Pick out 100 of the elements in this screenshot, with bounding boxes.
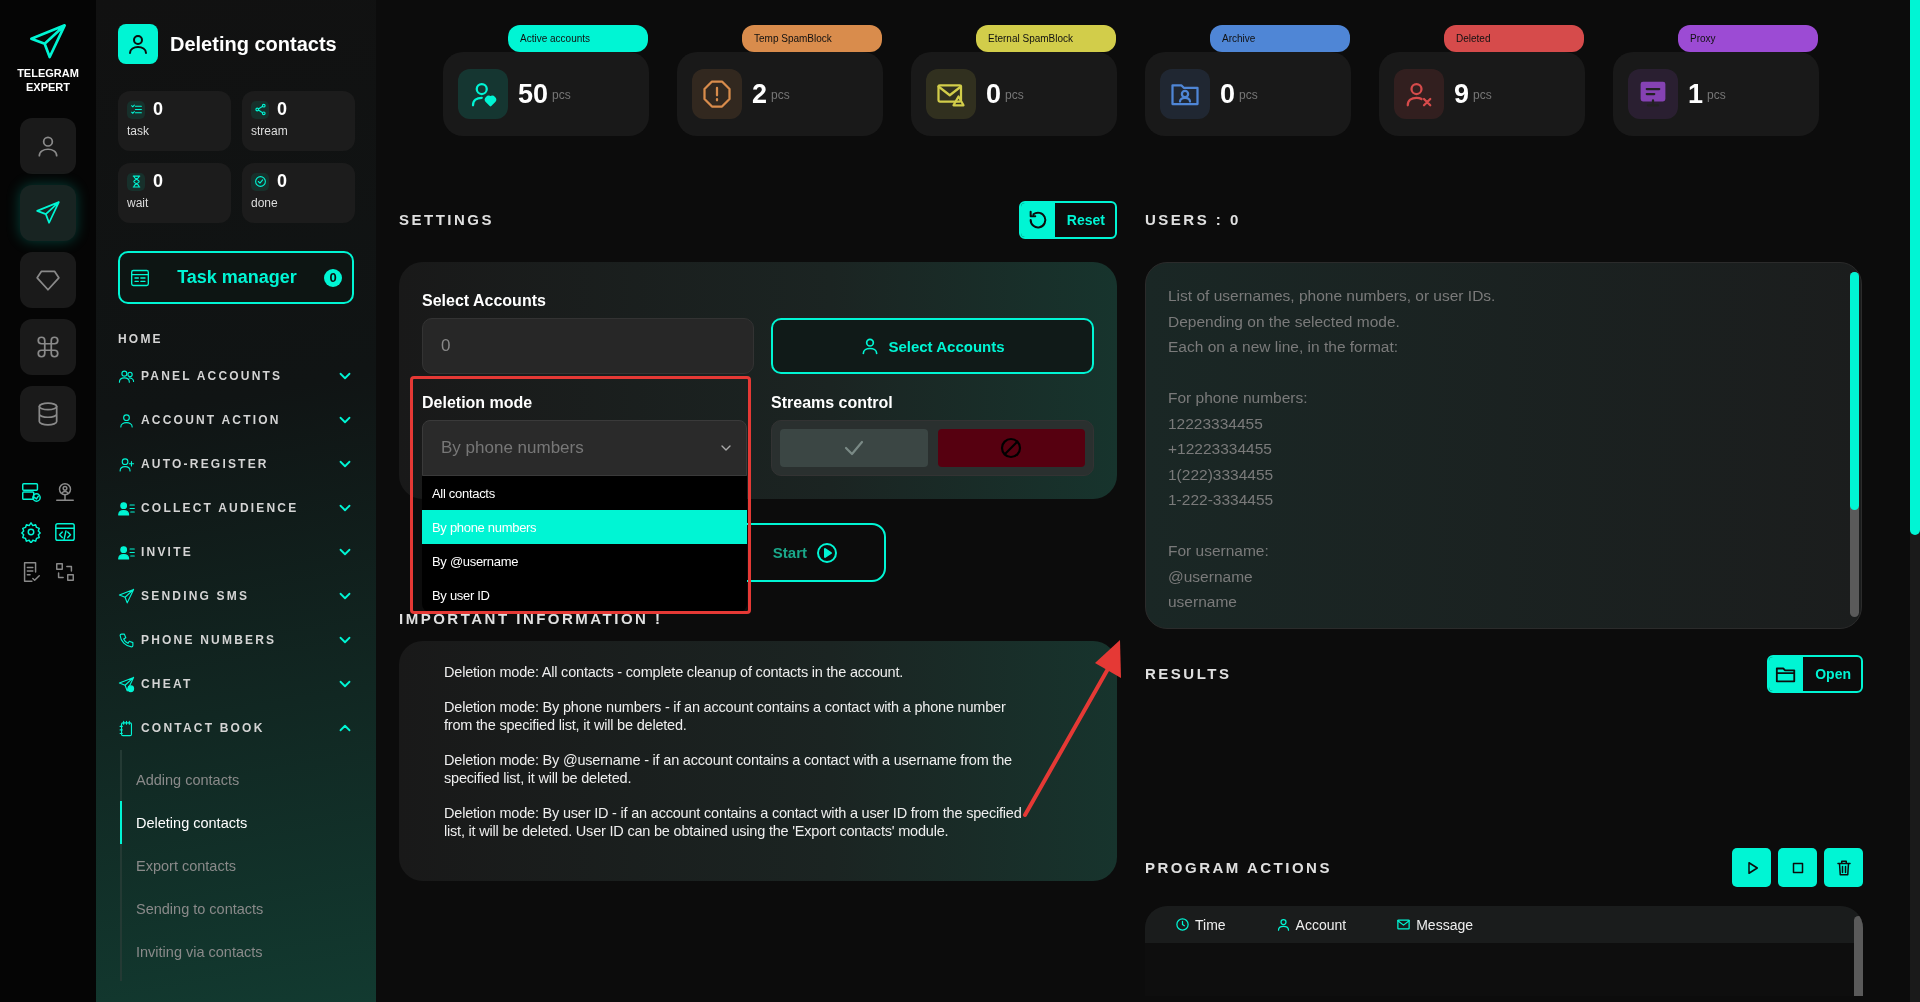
notebook-icon bbox=[118, 719, 135, 737]
select-accounts-button[interactable]: Select Accounts bbox=[771, 318, 1094, 374]
settings-icon[interactable] bbox=[20, 521, 42, 543]
trash-icon bbox=[1834, 858, 1853, 877]
task-count-badge: 0 bbox=[324, 268, 342, 287]
stat-label: Eternal SpamBlock bbox=[976, 25, 1116, 52]
info-paragraph: Deletion mode: By phone numbers - if an account contains a contact with a phone number from the specified list, it will be deleted. bbox=[444, 698, 1007, 734]
user-folder-icon bbox=[1160, 69, 1210, 119]
swap-icon[interactable] bbox=[54, 561, 76, 583]
share-icon bbox=[251, 100, 269, 119]
paper-plane-icon bbox=[35, 200, 61, 226]
delete-button[interactable] bbox=[1824, 848, 1863, 887]
task-board-icon bbox=[130, 267, 150, 288]
dropdown-option[interactable]: All contacts bbox=[422, 476, 747, 510]
stat-label: Active accounts bbox=[508, 25, 648, 52]
accounts-count-field[interactable]: 0 bbox=[422, 318, 754, 374]
info-paragraph: Deletion mode: All contacts - complete cleanup of contacts in the account. bbox=[444, 663, 905, 681]
app-logo-text: TELEGRAM EXPERT bbox=[16, 66, 80, 94]
diamond-icon bbox=[35, 267, 61, 293]
nav-group-label: SENDING SMS bbox=[141, 589, 251, 603]
section-heading: IMPORTANT INFORMATION ! bbox=[399, 610, 664, 627]
stat-value: 50 bbox=[518, 78, 549, 110]
task-manager-button[interactable]: Task manager 0 bbox=[118, 251, 354, 304]
nav-link[interactable]: HOME bbox=[118, 324, 354, 354]
rail-button[interactable] bbox=[20, 319, 76, 375]
nav-subitem[interactable]: Deleting contacts bbox=[120, 801, 354, 844]
nav-subitem[interactable]: Sending to contacts bbox=[120, 887, 354, 930]
page-scrollbar[interactable] bbox=[1910, 0, 1920, 1002]
nav-subitem[interactable]: Inviting via contacts bbox=[120, 930, 354, 973]
rail-button[interactable] bbox=[20, 185, 76, 241]
nav-group-label: COLLECT AUDIENCE bbox=[141, 501, 300, 515]
counter-label: task bbox=[127, 124, 150, 138]
database-icon bbox=[35, 401, 61, 427]
column-header: Message bbox=[1416, 916, 1473, 933]
column-header: Time bbox=[1195, 916, 1226, 933]
counter-label: done bbox=[251, 196, 279, 210]
octagon-warning-icon bbox=[692, 69, 742, 119]
section-heading: USERS : 0 bbox=[1145, 211, 1241, 228]
stat-value: 9 bbox=[1454, 78, 1470, 110]
stat-value: 0 bbox=[1220, 78, 1236, 110]
users-list-field[interactable]: List of usernames, phone numbers, or user IDs. Depending on the selected mode. Each on a new line, in the format: For phone numbers: 12223334455 +12223334455 1(222)3334455 1-222-3334455 For username: @username username bbox=[1145, 262, 1862, 629]
section-heading: RESULTS bbox=[1145, 665, 1232, 682]
stat-label: Proxy bbox=[1678, 25, 1818, 52]
stat-label: Temp SpamBlock bbox=[742, 25, 882, 52]
section-heading: SETTINGS bbox=[399, 211, 494, 228]
page-icon bbox=[118, 24, 158, 64]
stat-unit: pcs bbox=[1473, 88, 1492, 102]
hourglass-icon bbox=[127, 172, 145, 191]
stat-unit: pcs bbox=[771, 88, 790, 102]
stat-value: 2 bbox=[752, 78, 768, 110]
clock-icon bbox=[1175, 917, 1190, 932]
user-icon bbox=[1275, 917, 1291, 932]
paper-plane-icon bbox=[118, 587, 135, 605]
mail-warning-icon bbox=[926, 69, 976, 119]
page-title: Deleting contacts bbox=[170, 32, 337, 56]
paper-plane-plus-icon bbox=[118, 675, 135, 693]
stat-label: Deleted bbox=[1444, 25, 1584, 52]
info-paragraph: Deletion mode: By user ID - if an account contains a contact with a user ID from the specified list, it will be deleted. User ID can be obtained using the 'Export contacts' module. bbox=[444, 804, 1022, 840]
user-remove-icon bbox=[1394, 69, 1444, 119]
command-icon bbox=[35, 334, 61, 360]
field-label: Streams control bbox=[771, 393, 894, 413]
user-list-icon bbox=[118, 499, 135, 517]
stop-button[interactable] bbox=[1778, 848, 1817, 887]
field-label: Select Accounts bbox=[422, 291, 547, 311]
play-icon bbox=[815, 540, 839, 565]
reset-button[interactable]: Reset bbox=[1018, 200, 1117, 239]
stat-value: 0 bbox=[986, 78, 1002, 110]
server-icon[interactable] bbox=[20, 481, 42, 503]
monitor-icon bbox=[1628, 69, 1678, 119]
stat-unit: pcs bbox=[1005, 88, 1024, 102]
code-window-icon[interactable] bbox=[54, 521, 76, 543]
section-heading: PROGRAM ACTIONS bbox=[1145, 859, 1332, 876]
counter-value: 0 bbox=[277, 99, 287, 120]
stat-label: Archive bbox=[1210, 25, 1350, 52]
nav-group-label: AUTO-REGISTER bbox=[141, 457, 270, 471]
phone-icon bbox=[118, 631, 135, 649]
user-list-icon bbox=[118, 543, 135, 561]
user-plus-icon bbox=[118, 455, 135, 473]
counter-label: stream bbox=[251, 124, 289, 138]
column-header: Account bbox=[1295, 916, 1347, 933]
nav-group-label: PHONE NUMBERS bbox=[141, 633, 278, 647]
user-icon bbox=[118, 411, 135, 429]
open-button[interactable]: Open bbox=[1767, 654, 1863, 693]
nav-group-label: PANEL ACCOUNTS bbox=[141, 369, 284, 383]
counter-value: 0 bbox=[153, 171, 163, 192]
stat-unit: pcs bbox=[552, 88, 571, 102]
ban-icon bbox=[999, 436, 1024, 460]
stat-value: 1 bbox=[1688, 78, 1704, 110]
nav-group-label: CHEAT bbox=[141, 677, 194, 691]
nav-subitem[interactable]: Adding contacts bbox=[120, 758, 354, 801]
nav-subitem[interactable]: Export contacts bbox=[120, 844, 354, 887]
rail-button[interactable] bbox=[20, 386, 76, 442]
play-button[interactable] bbox=[1732, 848, 1771, 887]
user-pin-icon[interactable] bbox=[54, 481, 76, 503]
scrollbar[interactable] bbox=[1850, 272, 1859, 617]
nav-group-label: CONTACT BOOK bbox=[141, 721, 266, 735]
field-label: Deletion mode bbox=[422, 393, 534, 413]
counter-value: 0 bbox=[153, 99, 163, 120]
nav-group-label: INVITE bbox=[141, 545, 194, 559]
stat-unit: pcs bbox=[1707, 88, 1726, 102]
